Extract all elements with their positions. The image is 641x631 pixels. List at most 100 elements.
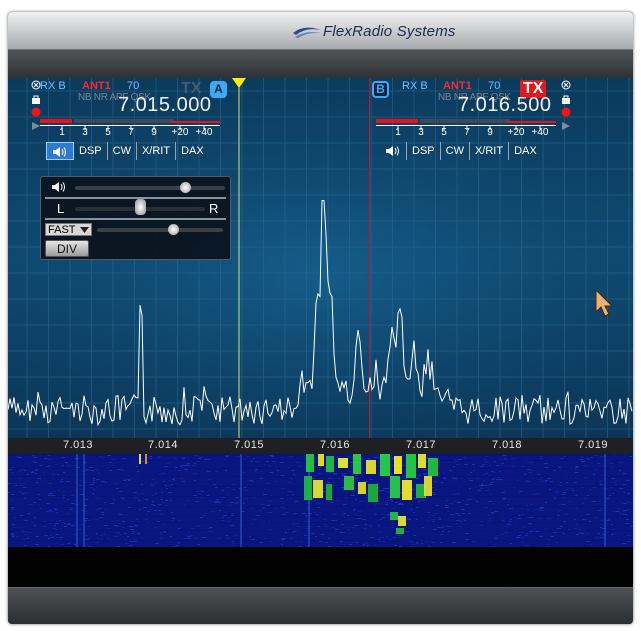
waterfall-pixel (8, 492, 10, 493)
waterfall-pixel (64, 526, 67, 527)
slice-b-rx-label[interactable]: RX B (402, 80, 428, 92)
slice-a-audio-tab[interactable] (46, 142, 74, 160)
slice-b-antenna[interactable]: ANT1 (443, 80, 472, 92)
waterfall-pixel (292, 494, 294, 495)
waterfall-pixel (35, 469, 38, 470)
waterfall-pixel (253, 458, 255, 459)
waterfall-pixel (426, 521, 428, 522)
waterfall-pixel (394, 545, 397, 546)
slice-b-audio-tab[interactable] (380, 142, 407, 160)
waterfall-pixel (370, 537, 374, 538)
volume-slider[interactable] (75, 186, 225, 190)
waterfall-pixel (206, 459, 210, 460)
play-icon[interactable] (561, 121, 571, 131)
waterfall-pixel (18, 478, 20, 479)
waterfall-pixel (392, 523, 394, 524)
slice-a-dax-tab[interactable]: DAX (176, 142, 209, 160)
waterfall-pixel (263, 494, 267, 495)
waterfall-pixel (107, 538, 109, 539)
waterfall-pixel (54, 525, 56, 526)
waterfall-pixel (330, 502, 334, 503)
slice-a-rx-label[interactable]: RX B (40, 80, 66, 92)
waterfall-pixel (24, 498, 26, 499)
slice-b-dax-tab[interactable]: DAX (509, 142, 542, 160)
record-icon[interactable] (31, 107, 41, 117)
waterfall-pixel (545, 502, 547, 503)
waterfall-pixel (264, 489, 266, 490)
waterfall-pixel (315, 536, 317, 537)
waterfall-pixel (195, 526, 199, 527)
waterfall-pixel (565, 483, 567, 484)
title-bar[interactable]: FlexRadio Systems (8, 12, 633, 50)
waterfall-pixel (619, 462, 623, 463)
slice-a-dsp-tab[interactable]: DSP (74, 142, 108, 160)
volume-slider-knob[interactable] (179, 182, 191, 193)
waterfall-pixel (546, 544, 550, 545)
agc-mode-select[interactable]: FAST (45, 223, 92, 236)
waterfall-pixel (366, 545, 369, 546)
slice-a-xrit-tab[interactable]: X/RIT (137, 142, 177, 160)
waterfall-pixel (333, 520, 337, 521)
panadapter[interactable]: RX B ANT1 70 TX A NB NR APF QSK 7.015.00… (8, 78, 633, 438)
waterfall-pixel (627, 535, 631, 536)
agc-threshold-slider[interactable] (97, 228, 223, 232)
slice-b-dsp-tab[interactable]: DSP (407, 142, 441, 160)
waterfall-pixel (267, 512, 270, 513)
waterfall-pixel (287, 467, 291, 468)
waterfall-pixel (545, 529, 547, 530)
waterfall-pixel (575, 508, 578, 509)
waterfall-pixel (324, 524, 327, 525)
waterfall-pixel (259, 510, 261, 511)
waterfall-pixel (568, 529, 572, 530)
slice-a-frequency[interactable]: 7.015.000 (118, 94, 211, 117)
lock-icon[interactable] (31, 94, 41, 104)
lock-icon[interactable] (561, 94, 571, 104)
waterfall-pixel (600, 520, 604, 521)
slice-a-antenna[interactable]: ANT1 (82, 80, 111, 92)
waterfall-pixel (504, 526, 508, 527)
waterfall-pixel (244, 487, 246, 488)
waterfall-pixel (23, 483, 27, 484)
diversity-button[interactable]: DIV (45, 240, 89, 257)
waterfall-pixel (171, 484, 173, 485)
waterfall-pixel (380, 490, 384, 491)
waterfall-pixel (403, 513, 405, 514)
waterfall-pixel (88, 526, 90, 527)
waterfall-pixel (416, 478, 419, 479)
record-icon[interactable] (561, 107, 571, 117)
slice-b-cw-tab[interactable]: CW (441, 142, 470, 160)
pan-slider-knob[interactable] (135, 199, 146, 215)
waterfall-pixel (576, 524, 578, 525)
agc-threshold-knob[interactable] (167, 224, 179, 235)
waterfall-pixel (495, 511, 498, 512)
waterfall-pixel (410, 541, 413, 542)
waterfall-pixel (64, 523, 66, 524)
waterfall-pixel (586, 514, 590, 515)
waterfall-pixel (127, 536, 129, 537)
waterfall-pixel (511, 458, 514, 459)
waterfall-pixel (114, 525, 118, 526)
waterfall-display[interactable] (8, 454, 633, 547)
waterfall-pixel (116, 532, 120, 533)
slice-b-xrit-tab[interactable]: X/RIT (470, 142, 510, 160)
waterfall-pixel (338, 478, 340, 479)
waterfall-pixel (47, 459, 51, 460)
waterfall-pixel (484, 507, 488, 508)
waterfall-pixel (93, 489, 95, 490)
waterfall-pixel (138, 500, 141, 501)
slice-b-filter[interactable]: 70 (488, 80, 500, 92)
waterfall-pixel (27, 536, 30, 537)
frequency-scale[interactable]: 7.013 7.014 7.015 7.016 7.017 7.018 7.01… (8, 438, 633, 454)
waterfall-pixel (355, 475, 357, 476)
slice-a-cw-tab[interactable]: CW (108, 142, 137, 160)
waterfall-pixel (153, 505, 156, 506)
waterfall-pixel (479, 485, 483, 486)
waterfall-pixel (160, 532, 162, 533)
waterfall-pixel (422, 527, 424, 528)
s-meter-scale-label: 5 (105, 127, 111, 138)
waterfall-pixel (501, 463, 504, 464)
slice-a-filter[interactable]: 70 (127, 80, 139, 92)
slice-b-frequency[interactable]: 7.016.500 (458, 94, 551, 117)
waterfall-pixel (378, 525, 380, 526)
waterfall-pixel (207, 539, 209, 540)
